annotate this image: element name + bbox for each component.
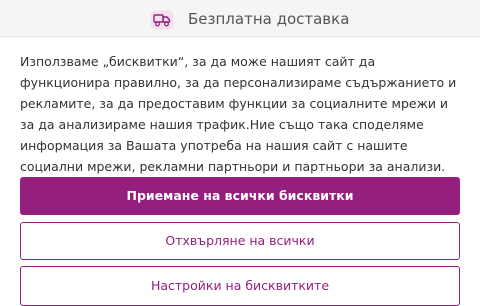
cookie-settings-button[interactable]: Настройки на бисквитките xyxy=(20,266,460,306)
cookie-consent-banner: Използваме „бисквитки“, за да може нашия… xyxy=(0,37,480,306)
promo-strip: Безплатна доставка xyxy=(0,0,480,37)
free-delivery-text: Безплатна доставка xyxy=(188,10,350,28)
accept-all-cookies-button[interactable]: Приемане на всички бисквитки xyxy=(20,177,460,215)
reject-all-cookies-button[interactable]: Отхвърляне на всички xyxy=(20,222,460,260)
delivery-truck-icon xyxy=(150,10,174,30)
cookie-consent-message: Използваме „бисквитки“, за да може нашия… xyxy=(20,54,457,174)
